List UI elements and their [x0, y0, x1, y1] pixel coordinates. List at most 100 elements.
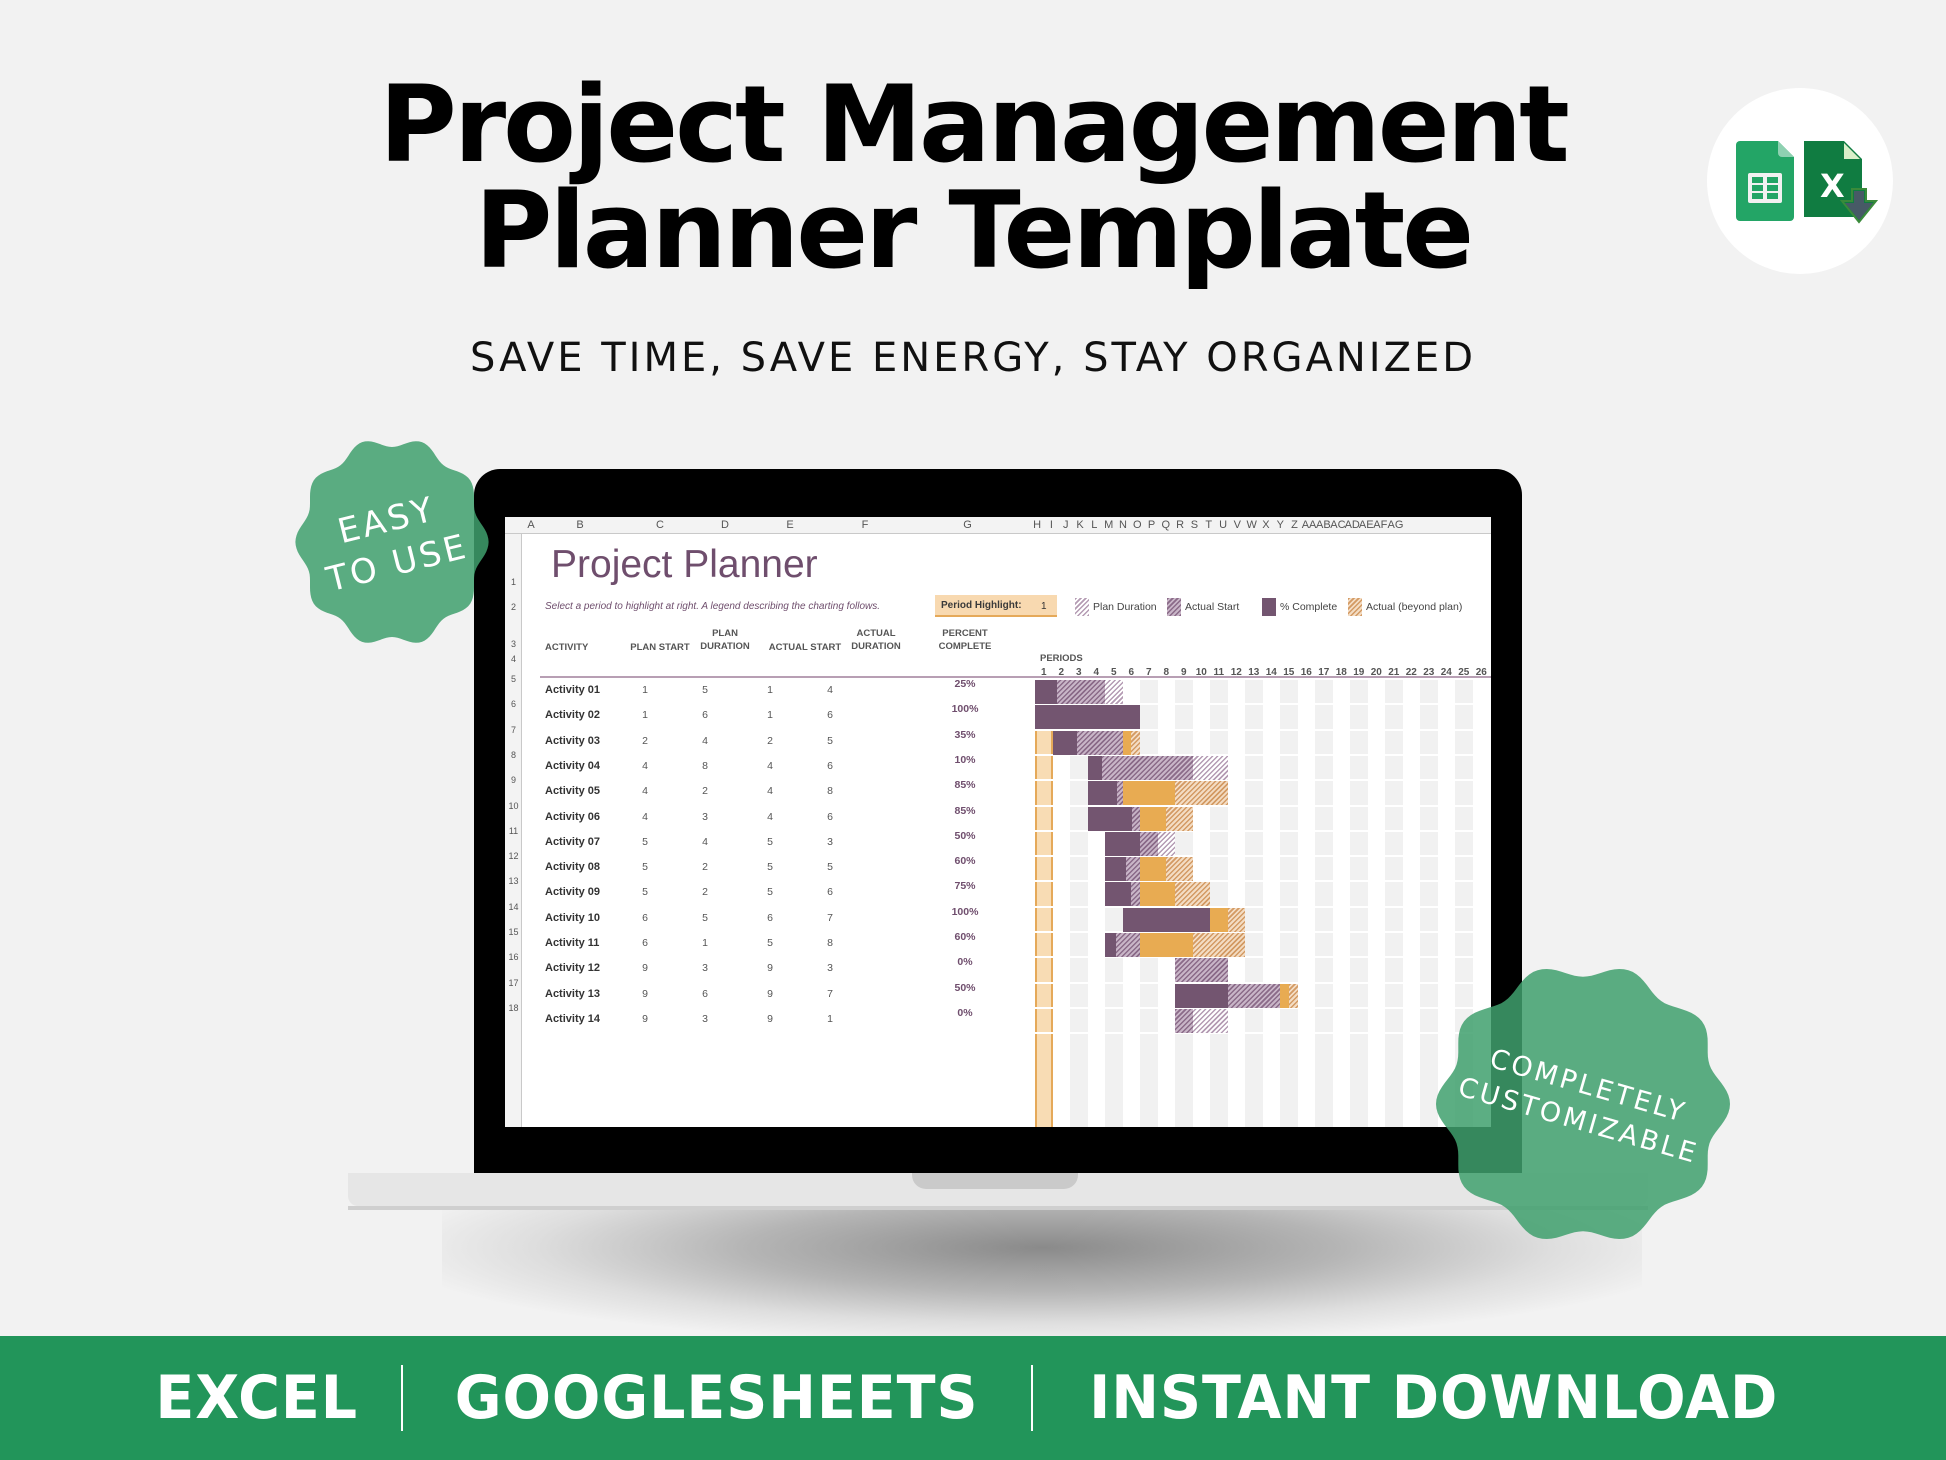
- row-header[interactable]: 3: [505, 639, 522, 649]
- column-header[interactable]: S: [1187, 519, 1201, 531]
- column-header[interactable]: Q: [1159, 519, 1173, 531]
- row-gridline: [1035, 905, 1491, 908]
- column-header[interactable]: U: [1216, 519, 1230, 531]
- row-gridline: [1035, 931, 1491, 933]
- activity-name: Activity 11: [545, 937, 600, 949]
- column-header[interactable]: T: [1202, 519, 1216, 531]
- column-header[interactable]: AF: [1373, 519, 1387, 531]
- percent-complete-cell: 85%: [954, 804, 976, 817]
- title-line-2: Planner Template: [474, 169, 1474, 292]
- plan-start-cell: 4: [642, 810, 648, 823]
- column-header[interactable]: E: [755, 519, 825, 531]
- column-header[interactable]: J: [1059, 519, 1073, 531]
- row-header[interactable]: 6: [505, 699, 522, 709]
- plan-duration-cell: 1: [702, 937, 708, 949]
- spreadsheet-screen: A B C D E F G H I J K L M N O P Q R S T U V W X Y Z AA AB AC AD AE AF AG…: [505, 517, 1491, 1127]
- banner-item-instant-download: INSTANT DOWNLOAD: [1088, 1363, 1778, 1433]
- laptop-notch: [912, 1173, 1078, 1189]
- percent-complete-cell: 10%: [954, 753, 976, 766]
- plan-start-cell: 5: [642, 835, 648, 848]
- column-header[interactable]: AC: [1330, 519, 1345, 531]
- row-header[interactable]: 1: [505, 577, 522, 587]
- column-header[interactable]: L: [1087, 519, 1101, 531]
- activity-name: Activity 08: [545, 861, 601, 874]
- plan-start-cell: 1: [642, 684, 648, 696]
- subtitle: SAVE TIME, SAVE ENERGY, STAY ORGANIZED: [469, 335, 1477, 381]
- row-header[interactable]: 5: [505, 674, 522, 684]
- row-header[interactable]: 2: [505, 602, 522, 612]
- row-header[interactable]: 12: [505, 851, 522, 861]
- column-header[interactable]: F: [825, 519, 905, 531]
- plan-duration-cell: 5: [702, 911, 708, 924]
- actual-bar: [1175, 1008, 1193, 1033]
- activity-name: Activity 05: [545, 785, 601, 798]
- row-header[interactable]: 4: [505, 654, 522, 664]
- actual-start-cell: 5: [767, 886, 773, 899]
- row-header[interactable]: 16: [505, 952, 522, 962]
- column-header[interactable]: W: [1245, 519, 1259, 531]
- percent-complete-bar: [1122, 907, 1210, 932]
- period-highlight-value[interactable]: 1: [1041, 601, 1047, 612]
- row-header[interactable]: 15: [505, 927, 522, 937]
- column-header[interactable]: AE: [1359, 519, 1374, 531]
- row-header[interactable]: 9: [505, 775, 522, 785]
- percent-complete-cell: 50%: [954, 981, 976, 994]
- plan-duration-cell: 6: [702, 709, 708, 722]
- period-column: [1280, 678, 1298, 1127]
- actual-start-cell: 6: [767, 911, 773, 924]
- column-header[interactable]: Z: [1287, 519, 1301, 531]
- row-header[interactable]: 18: [505, 1003, 522, 1013]
- row-header[interactable]: 8: [505, 750, 522, 760]
- column-header[interactable]: O: [1130, 519, 1144, 531]
- column-header[interactable]: C: [620, 519, 700, 531]
- column-header[interactable]: AG: [1388, 519, 1404, 531]
- row-header[interactable]: 10: [505, 801, 522, 811]
- percent-complete-bar: [1087, 755, 1102, 780]
- banner-divider: [1030, 1365, 1033, 1431]
- column-header[interactable]: K: [1073, 519, 1087, 531]
- period-column: [1262, 678, 1280, 1127]
- row-header[interactable]: 17: [505, 978, 522, 988]
- row-header[interactable]: 11: [505, 826, 522, 836]
- column-header[interactable]: B: [540, 519, 620, 531]
- period-highlight-box[interactable]: Period Highlight:: [935, 595, 1057, 617]
- column-header[interactable]: N: [1116, 519, 1130, 531]
- actual-duration-cell: 7: [827, 911, 833, 924]
- plan-start-cell: 2: [642, 734, 648, 747]
- percent-complete-bar: [1105, 882, 1132, 907]
- actual-bar: [1175, 958, 1228, 983]
- column-header[interactable]: R: [1173, 519, 1187, 531]
- row-header[interactable]: 13: [505, 876, 522, 886]
- column-header[interactable]: P: [1144, 519, 1158, 531]
- percent-complete-bar: [1105, 857, 1126, 882]
- period-highlight-label: Period Highlight:: [941, 600, 1022, 611]
- column-header[interactable]: AA: [1302, 519, 1317, 531]
- row-header[interactable]: 7: [505, 725, 522, 735]
- plan-start-cell: 6: [642, 937, 648, 949]
- plan-start-cell: 4: [642, 785, 648, 798]
- column-header[interactable]: G: [905, 519, 1030, 531]
- row-gridline: [1035, 1032, 1491, 1035]
- percent-complete-cell: 75%: [954, 880, 976, 893]
- activity-name: Activity 06: [545, 810, 601, 823]
- column-header[interactable]: M: [1102, 519, 1116, 531]
- column-header[interactable]: I: [1044, 519, 1058, 531]
- percent-complete-cell: 85%: [954, 779, 976, 792]
- column-header[interactable]: AD: [1345, 519, 1360, 531]
- column-header[interactable]: X: [1259, 519, 1273, 531]
- percent-complete-bar: [1105, 831, 1140, 856]
- column-header[interactable]: AB: [1316, 519, 1331, 531]
- actual-beyond-hatch: [1175, 882, 1210, 907]
- column-header[interactable]: Y: [1273, 519, 1287, 531]
- column-header[interactable]: D: [695, 519, 755, 531]
- google-sheets-icon: [1736, 141, 1794, 221]
- actual-duration-cell: 6: [827, 759, 833, 772]
- row-header[interactable]: 14: [505, 902, 522, 912]
- column-header[interactable]: A: [522, 519, 540, 531]
- plan-start-cell: 5: [642, 861, 648, 874]
- period-highlight-column: [1035, 678, 1053, 1127]
- period-column: [1350, 678, 1368, 1127]
- legend-label: Actual (beyond plan): [1366, 601, 1463, 613]
- column-header[interactable]: H: [1030, 519, 1044, 531]
- column-header[interactable]: V: [1230, 519, 1244, 531]
